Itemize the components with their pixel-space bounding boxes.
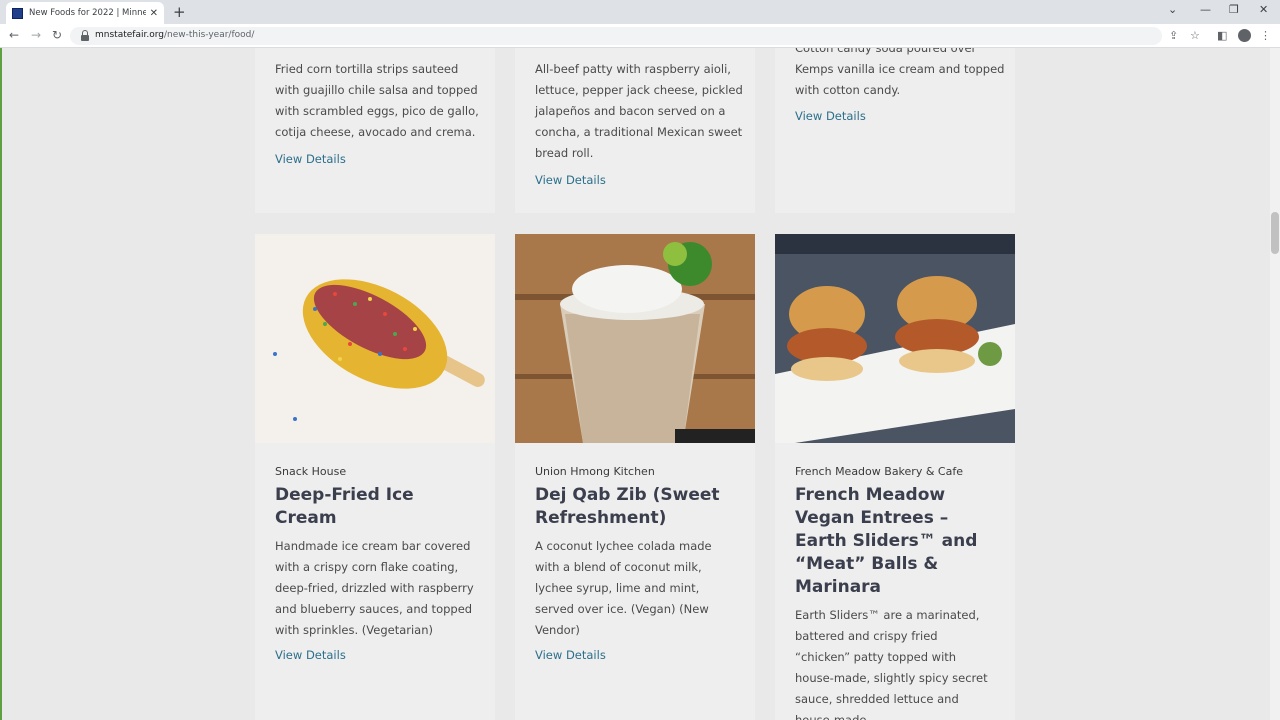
earth-sliders-image — [775, 234, 1015, 443]
minimize-icon[interactable]: — — [1200, 3, 1211, 16]
view-details-link[interactable]: View Details — [535, 173, 606, 187]
food-card: All-beef patty with raspberry aioli, let… — [515, 48, 755, 213]
share-icon[interactable]: ⇪ — [1169, 29, 1178, 42]
view-details-link[interactable]: View Details — [795, 109, 866, 123]
vendor-name: Snack House — [275, 465, 347, 478]
card-description: Cotton candy soda poured over Kemps vani… — [795, 48, 1005, 97]
lock-icon[interactable] — [80, 30, 90, 42]
food-image[interactable] — [515, 234, 755, 443]
tab-search-icon[interactable]: ⌄ — [1168, 3, 1177, 16]
tab-title: New Foods for 2022 | Minnesota — [29, 8, 146, 18]
scrollbar-track[interactable] — [1270, 48, 1280, 720]
view-details-link[interactable]: View Details — [535, 648, 606, 662]
site-favicon-icon — [12, 7, 23, 19]
reload-icon[interactable]: ↻ — [52, 28, 62, 42]
card-description: All-beef patty with raspberry aioli, let… — [535, 62, 743, 160]
page-viewport: Fried corn tortilla strips sauteed with … — [0, 48, 1280, 720]
url-path: /new-this-year/food/ — [163, 30, 255, 40]
food-title: French Meadow Vegan Entrees – Earth Slid… — [795, 485, 978, 597]
coconut-lychee-drink-image — [515, 234, 755, 443]
close-window-icon[interactable]: ✕ — [1259, 3, 1268, 16]
vendor-name: Union Hmong Kitchen — [535, 465, 655, 478]
close-tab-icon[interactable]: ✕ — [150, 8, 158, 19]
restore-icon[interactable]: ❐ — [1229, 3, 1239, 16]
view-details-link[interactable]: View Details — [275, 648, 346, 662]
bookmark-star-icon[interactable]: ☆ — [1190, 29, 1200, 42]
toolbar: ← → ↻ mnstatefair.org/new-this-year/food… — [0, 24, 1280, 48]
food-title: Deep-Fried Ice Cream — [275, 485, 414, 528]
window-edge — [0, 48, 2, 720]
food-image[interactable] — [775, 234, 1015, 443]
tab-strip: New Foods for 2022 | Minnesota ✕ + ⌄ — ❐… — [0, 0, 1280, 24]
card-description: Earth Sliders™ are a marinated, battered… — [795, 608, 988, 720]
menu-icon[interactable]: ⋮ — [1260, 29, 1271, 42]
vendor-name: French Meadow Bakery & Cafe — [795, 465, 963, 478]
back-icon[interactable]: ← — [9, 28, 19, 42]
deep-fried-ice-cream-image — [273, 279, 485, 421]
forward-icon[interactable]: → — [31, 28, 41, 42]
card-description: Fried corn tortilla strips sauteed with … — [275, 62, 479, 139]
new-tab-button[interactable]: + — [173, 2, 186, 22]
view-details-link[interactable]: View Details — [275, 152, 346, 166]
food-card: Cotton candy soda poured over Kemps vani… — [775, 48, 1015, 213]
food-card: Union Hmong Kitchen Dej Qab Zib (Sweet R… — [515, 234, 755, 720]
food-card: Snack House Deep-Fried Ice Cream Handmad… — [255, 234, 495, 720]
address-bar[interactable]: mnstatefair.org/new-this-year/food/ — [70, 27, 1162, 45]
food-title: Dej Qab Zib (Sweet Refreshment) — [535, 485, 720, 528]
scrollbar-thumb[interactable] — [1271, 212, 1279, 254]
url-text[interactable]: mnstatefair.org/new-this-year/food/ — [95, 30, 254, 40]
card-description: Handmade ice cream bar covered with a cr… — [275, 539, 474, 637]
food-image[interactable] — [255, 234, 495, 443]
food-card: Fried corn tortilla strips sauteed with … — [255, 48, 495, 213]
food-card: French Meadow Bakery & Cafe French Meado… — [775, 234, 1015, 720]
browser-tab[interactable]: New Foods for 2022 | Minnesota ✕ — [6, 2, 164, 24]
profile-avatar-icon[interactable] — [1238, 29, 1251, 42]
card-description: A coconut lychee colada made with a blen… — [535, 539, 712, 637]
side-panel-icon[interactable]: ◧ — [1217, 29, 1227, 42]
url-host: mnstatefair.org — [95, 30, 164, 40]
